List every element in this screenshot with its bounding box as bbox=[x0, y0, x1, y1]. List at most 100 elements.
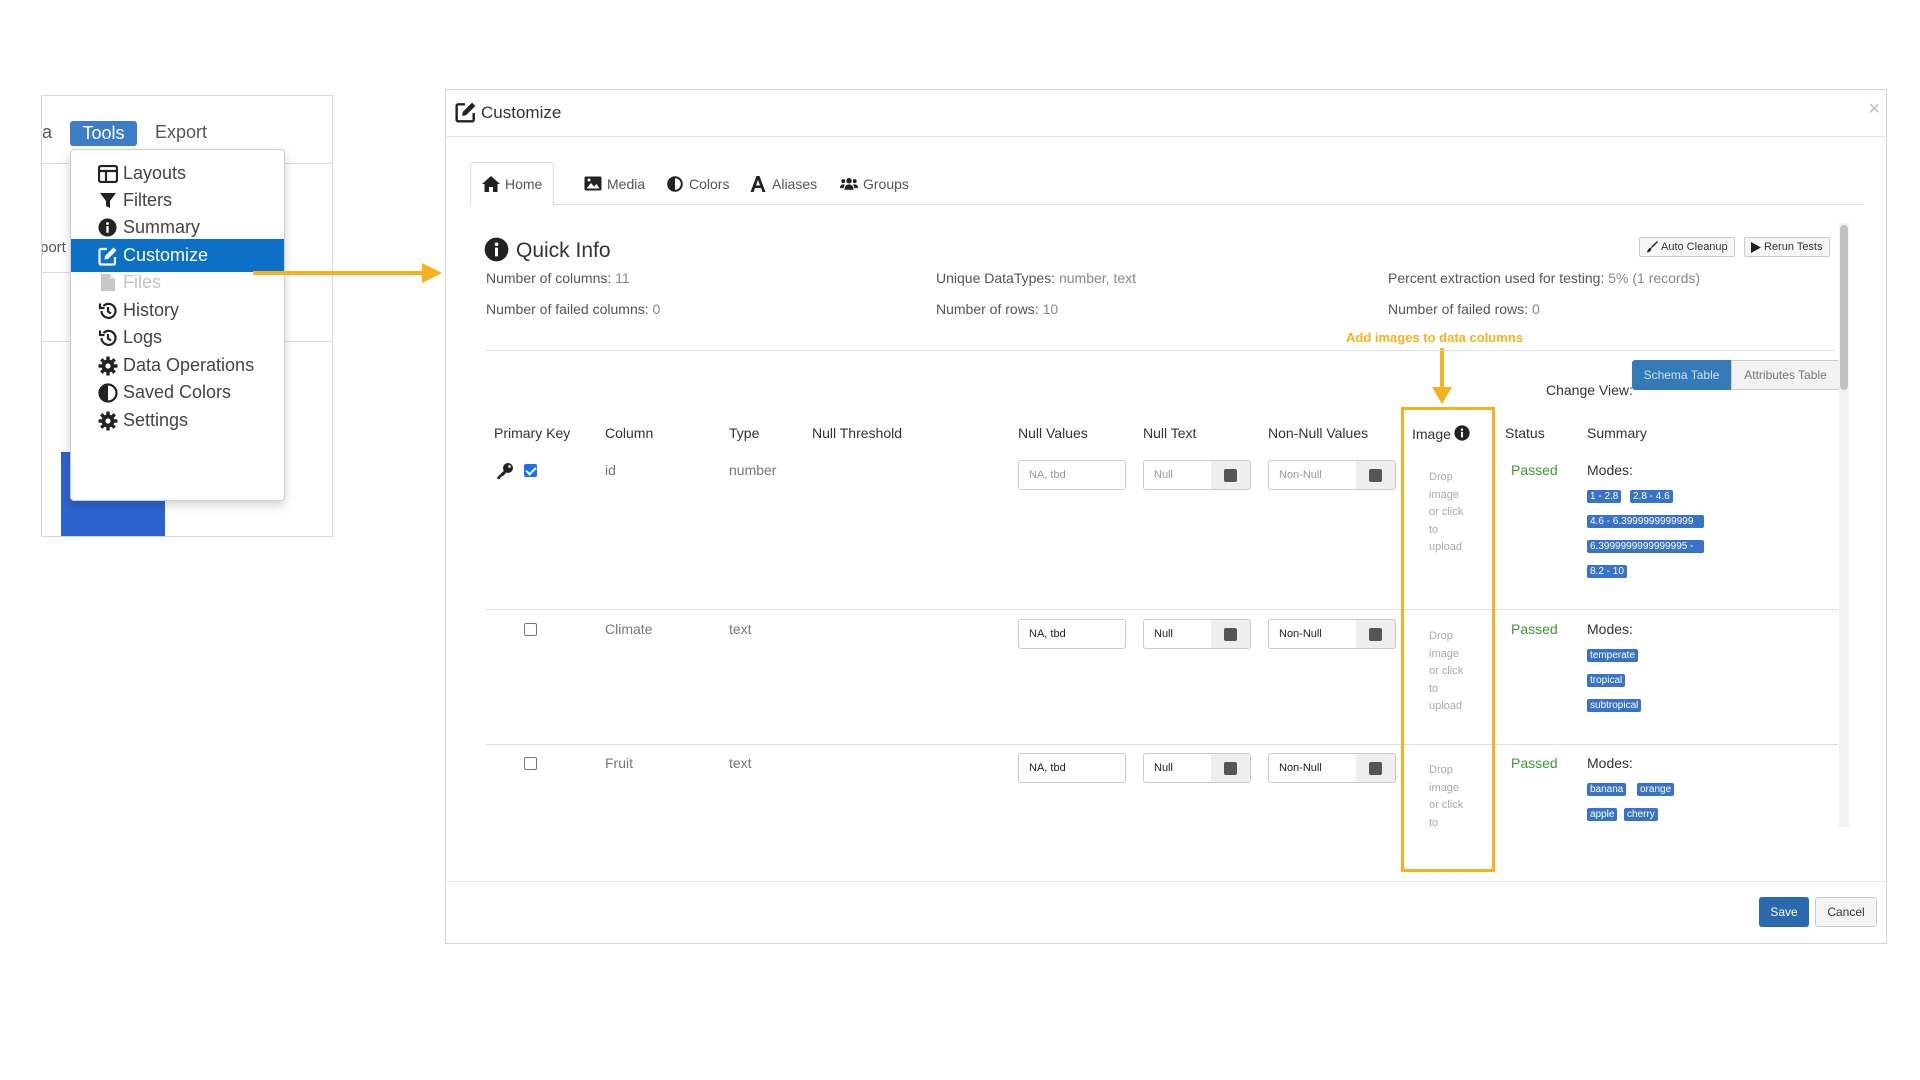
color-swatch bbox=[1369, 627, 1382, 641]
quick-info-title: Quick Info bbox=[516, 239, 611, 262]
save-button[interactable]: Save bbox=[1759, 897, 1809, 927]
annotation-arrow-line bbox=[1440, 348, 1444, 388]
tab-home[interactable]: Home bbox=[470, 162, 555, 206]
percent-extraction-stat: Percent extraction used for testing: 5% … bbox=[1388, 270, 1700, 286]
null-values-input[interactable]: NA, tbd bbox=[1018, 619, 1126, 649]
row-divider bbox=[486, 744, 1838, 745]
font-icon bbox=[749, 175, 767, 193]
tab-media[interactable]: Media bbox=[573, 162, 656, 205]
null-values-input[interactable]: NA, tbd bbox=[1018, 753, 1126, 783]
null-text-input[interactable]: Null bbox=[1143, 753, 1212, 783]
column-type: number bbox=[729, 462, 777, 478]
non-null-text-field: Non-Null bbox=[1268, 753, 1396, 783]
mode-badge: 2.8 - 4.6 bbox=[1630, 490, 1673, 503]
column-name: Climate bbox=[605, 621, 653, 637]
non-null-text-input[interactable]: Non-Null bbox=[1268, 619, 1357, 649]
header-summary: Summary bbox=[1587, 425, 1647, 441]
annotation-label: Add images to data columns bbox=[1346, 330, 1523, 345]
primary-key-checkbox[interactable] bbox=[524, 623, 537, 636]
mode-badge: tropical bbox=[1587, 674, 1626, 687]
customize-modal: Customize × Home Media Colors Aliases Gr… bbox=[445, 89, 1887, 944]
tab-groups[interactable]: Groups bbox=[829, 162, 920, 205]
non-null-color-button[interactable] bbox=[1356, 753, 1396, 783]
modes-label: Modes: bbox=[1587, 621, 1633, 637]
mode-badge: cherry bbox=[1624, 808, 1658, 821]
clipped-text: port bbox=[41, 239, 66, 256]
attributes-table-button[interactable]: Attributes Table bbox=[1731, 360, 1840, 390]
null-text-field: Null bbox=[1143, 753, 1251, 783]
color-swatch bbox=[1369, 468, 1382, 482]
stat-value: 0 bbox=[652, 301, 661, 317]
dropdown-item-label: Settings bbox=[123, 410, 189, 430]
mode-badge: apple bbox=[1587, 808, 1618, 821]
tab-label: Colors bbox=[689, 175, 730, 192]
tools-dropdown-menu: Layouts Filters Summary Customize Files … bbox=[70, 149, 285, 501]
panel-divider bbox=[42, 272, 72, 273]
num-failed-rows-stat: Number of failed rows: 0 bbox=[1388, 301, 1540, 317]
play-icon bbox=[1751, 241, 1761, 253]
color-swatch bbox=[1224, 761, 1237, 775]
mode-badge: orange bbox=[1637, 783, 1675, 796]
non-null-text-field: Non-Null bbox=[1268, 619, 1396, 649]
primary-key-checkbox[interactable] bbox=[524, 464, 537, 477]
menu-tools[interactable]: Tools bbox=[70, 121, 137, 146]
null-text-color-button[interactable] bbox=[1211, 460, 1251, 490]
mode-badge: 1 - 2.8 bbox=[1587, 490, 1622, 503]
auto-cleanup-label: Auto Cleanup bbox=[1661, 241, 1728, 253]
stat-label: Number of failed rows: bbox=[1388, 301, 1532, 317]
close-button[interactable]: × bbox=[1868, 98, 1880, 121]
menu-export[interactable]: Export bbox=[155, 122, 207, 143]
null-values-input[interactable]: NA, tbd bbox=[1018, 460, 1126, 490]
gear-icon bbox=[97, 355, 118, 376]
image-icon bbox=[584, 175, 602, 193]
rerun-tests-label: Rerun Tests bbox=[1764, 241, 1823, 253]
header-status: Status bbox=[1505, 425, 1545, 441]
non-null-color-button[interactable] bbox=[1356, 460, 1396, 490]
history-icon bbox=[97, 327, 118, 348]
dropdown-item-label: Data Operations bbox=[123, 355, 255, 375]
primary-key-checkbox[interactable] bbox=[524, 757, 537, 770]
filter-icon bbox=[97, 190, 118, 211]
mode-badge: subtropical bbox=[1587, 699, 1642, 712]
rerun-tests-button[interactable]: Rerun Tests bbox=[1744, 237, 1830, 257]
scrollbar-thumb[interactable] bbox=[1840, 225, 1848, 390]
non-null-text-input[interactable]: Non-Null bbox=[1268, 753, 1357, 783]
non-null-text-field: Non-Null bbox=[1268, 460, 1396, 490]
layout-icon bbox=[97, 163, 118, 184]
stat-label: Number of columns: bbox=[486, 270, 616, 286]
pointer-arrow-line bbox=[253, 271, 423, 275]
dropdown-item-settings[interactable]: Settings bbox=[71, 404, 284, 437]
status-badge: Passed bbox=[1511, 621, 1558, 637]
auto-cleanup-button[interactable]: Auto Cleanup bbox=[1639, 237, 1735, 257]
null-text-input[interactable]: Null bbox=[1143, 460, 1212, 490]
dropdown-item-label: History bbox=[123, 300, 180, 320]
null-text-color-button[interactable] bbox=[1211, 753, 1251, 783]
brush-icon bbox=[1647, 241, 1658, 253]
cancel-button[interactable]: Cancel bbox=[1815, 897, 1877, 927]
modal-footer-divider bbox=[446, 881, 1886, 882]
color-swatch bbox=[1369, 761, 1382, 775]
stat-value: 0 bbox=[1531, 301, 1540, 317]
status-badge: Passed bbox=[1511, 755, 1558, 771]
null-text-input[interactable]: Null bbox=[1143, 619, 1212, 649]
tab-colors[interactable]: Colors bbox=[655, 162, 740, 205]
users-icon bbox=[840, 175, 858, 193]
stat-label: Number of rows: bbox=[936, 301, 1043, 317]
null-text-color-button[interactable] bbox=[1211, 619, 1251, 649]
row-divider bbox=[486, 609, 1838, 610]
dropdown-item-label: Filters bbox=[123, 190, 172, 210]
tab-aliases[interactable]: Aliases bbox=[738, 162, 828, 205]
schema-table-button[interactable]: Schema Table bbox=[1632, 360, 1731, 390]
num-columns-stat: Number of columns: 11 bbox=[486, 270, 630, 286]
header-primary-key: Primary Key bbox=[494, 425, 571, 441]
header-null-text: Null Text bbox=[1143, 425, 1197, 441]
change-view-label: Change View: bbox=[1546, 382, 1633, 398]
annotation-arrow-head bbox=[1432, 387, 1452, 404]
header-column: Column bbox=[605, 425, 654, 441]
contrast-icon bbox=[666, 175, 684, 193]
non-null-color-button[interactable] bbox=[1356, 619, 1396, 649]
dropdown-item-label: Logs bbox=[123, 327, 163, 347]
tab-label: Media bbox=[607, 175, 646, 192]
num-rows-stat: Number of rows: 10 bbox=[936, 301, 1058, 317]
non-null-text-input[interactable]: Non-Null bbox=[1268, 460, 1357, 490]
